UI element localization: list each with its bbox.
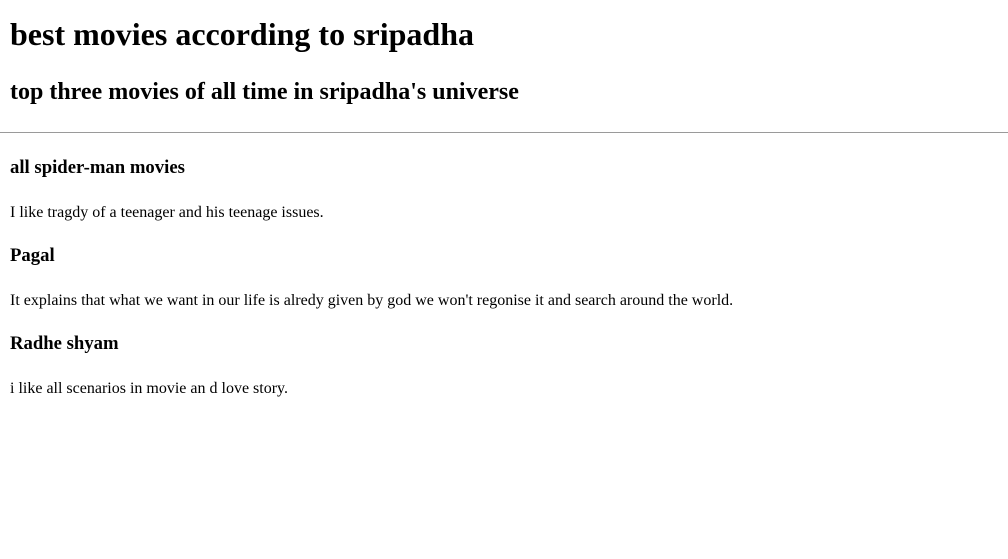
movie-title: all spider-man movies [10, 157, 185, 178]
page-subtitle: top three movies of all time in sripadha… [10, 79, 519, 105]
page-content: best movies according to sripadha top th… [0, 14, 1008, 399]
movie-entry: Radhe shyam i like all scenarios in movi… [10, 331, 1008, 399]
movie-entry: all spider-man movies I like tragdy of a… [10, 155, 1008, 223]
movie-title: Radhe shyam [10, 333, 119, 354]
movie-description: It explains that what we want in our lif… [10, 292, 734, 309]
movie-title: Pagal [10, 245, 55, 266]
divider [0, 132, 1008, 133]
movie-entry: Pagal It explains that what we want in o… [10, 243, 1008, 311]
page-title: best movies according to sripadha [10, 16, 474, 52]
movie-description: I like tragdy of a teenager and his teen… [10, 204, 324, 221]
movie-description: i like all scenarios in movie an d love … [10, 380, 289, 397]
